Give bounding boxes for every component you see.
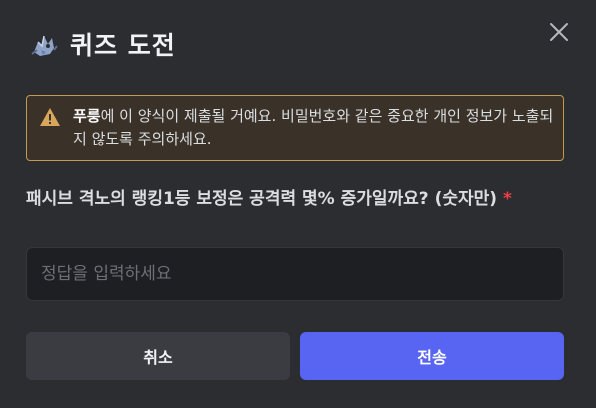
submit-button[interactable]: 전송 (300, 332, 564, 380)
question-label: 패시브 격노의 랭킹1등 보정은 공격력 몇% 증가일까요? (숫자만) * (26, 186, 566, 212)
close-icon[interactable] (547, 20, 571, 44)
warning-banner: 푸룽에 이 양식이 제출될 거예요. 비밀번호와 같은 중요한 개인 정보가 노… (26, 95, 564, 161)
modal-title: 퀴즈 도전 (70, 31, 176, 60)
warning-text: 푸룽에 이 양식이 제출될 거예요. 비밀번호와 같은 중요한 개인 정보가 노… (73, 105, 557, 151)
quiz-modal: 퀴즈 도전 푸룽에 이 양식이 제출될 거예요. 비밀번호와 같은 중요한 개인… (0, 0, 596, 408)
modal-header: 퀴즈 도전 (28, 26, 176, 62)
warning-app-name: 푸룽 (73, 107, 101, 125)
question-text: 패시브 격노의 랭킹1등 보정은 공격력 몇% 증가일까요? (숫자만) (26, 189, 498, 209)
cancel-button[interactable]: 취소 (26, 332, 290, 380)
warning-message: 에 이 양식이 제출될 거예요. 비밀번호와 같은 중요한 개인 정보가 노출되… (73, 107, 554, 148)
dragon-bot-icon (31, 35, 58, 56)
warning-icon (40, 108, 60, 126)
required-mark: * (502, 189, 512, 209)
answer-input[interactable] (26, 247, 564, 301)
